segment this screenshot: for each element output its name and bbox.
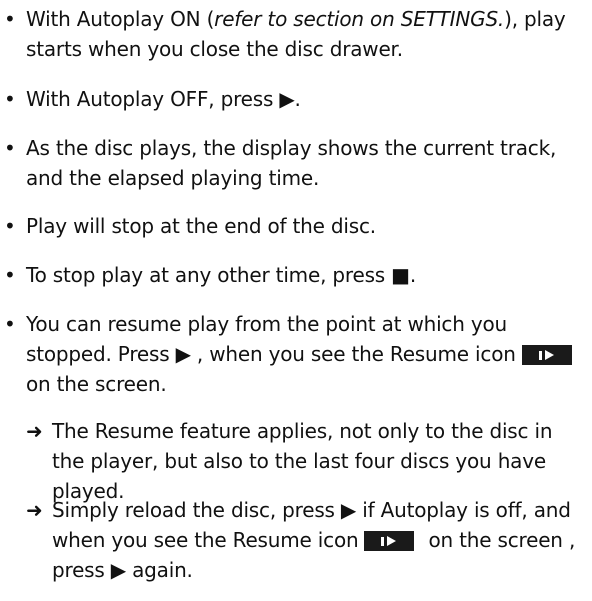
bullet-autoplay-off: • With Autoplay OFF, press ▶. <box>4 84 590 114</box>
bullet-dot: • <box>4 87 16 111</box>
bullet-text: You can resume play from the point at wh… <box>26 309 590 399</box>
bullet-display-info: • As the disc plays, the display shows t… <box>4 133 590 193</box>
sub-item-text: The Resume feature applies, not only to … <box>52 419 553 503</box>
resume-icon <box>521 345 572 365</box>
bullet-text-part: You can resume play from the point at wh… <box>26 312 516 366</box>
bullet-text: With Autoplay OFF, press ▶. <box>26 87 301 111</box>
bullet-autoplay-on: • With Autoplay ON (refer to section on … <box>4 4 590 64</box>
resume-icon-bar <box>381 537 385 546</box>
bullet-text: To stop play at any other time, press ■. <box>26 263 417 287</box>
bullet-text: Play will stop at the end of the disc. <box>26 214 376 238</box>
manual-page: • With Autoplay ON (refer to section on … <box>0 0 592 601</box>
bullet-text-part: With Autoplay ON ( <box>26 7 215 31</box>
settings-reference: refer to section on SETTINGS. <box>214 7 505 31</box>
bullet-play-stops: • Play will stop at the end of the disc. <box>4 211 590 241</box>
sub-item-text: Simply reload the disc, press ▶ if Autop… <box>52 495 590 585</box>
bullet-text: With Autoplay ON (refer to section on SE… <box>26 4 590 64</box>
sub-item-reload-disc: ➜ Simply reload the disc, press ▶ if Aut… <box>26 495 590 585</box>
resume-icon-triangle <box>387 536 397 546</box>
bullet-dot: • <box>4 7 16 31</box>
bullet-resume-play: • You can resume play from the point at … <box>4 309 590 399</box>
resume-icon <box>364 531 415 551</box>
bullet-text-part: on the screen. <box>26 372 167 396</box>
arrow-icon: ➜ <box>26 498 43 522</box>
arrow-icon: ➜ <box>26 419 43 443</box>
bullet-dot: • <box>4 136 16 160</box>
sub-item-resume-feature: ➜ The Resume feature applies, not only t… <box>26 416 590 506</box>
bullet-stop-play: • To stop play at any other time, press … <box>4 260 590 290</box>
bullet-dot: • <box>4 214 16 238</box>
bullet-dot: • <box>4 312 16 336</box>
resume-icon-triangle <box>544 350 554 360</box>
resume-icon-bar <box>538 351 542 360</box>
bullet-dot: • <box>4 263 16 287</box>
bullet-text: As the disc plays, the display shows the… <box>26 136 557 190</box>
